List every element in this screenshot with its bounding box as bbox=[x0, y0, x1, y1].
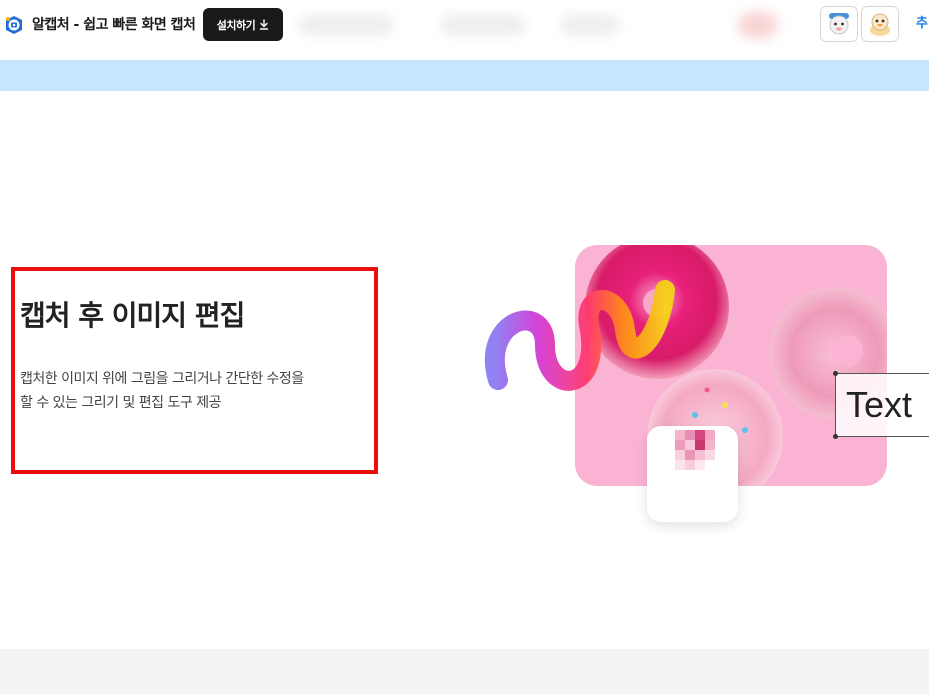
nav-item-blurred-highlight[interactable] bbox=[738, 12, 778, 38]
install-button-label: 설치하기 bbox=[216, 18, 256, 32]
feature-title: 캡처 후 이미지 편집 bbox=[20, 299, 245, 332]
text-annotation-label: Text bbox=[846, 384, 913, 425]
next-section-background bbox=[0, 649, 929, 694]
mosaic-thumbnail bbox=[647, 426, 738, 522]
avatar-button-2[interactable] bbox=[861, 6, 899, 42]
duck-avatar-icon bbox=[870, 13, 890, 36]
more-link[interactable]: 추 bbox=[916, 16, 928, 32]
download-icon bbox=[260, 19, 269, 30]
avatar-button-1[interactable] bbox=[820, 6, 858, 42]
app-title[interactable]: 알캡처 - 쉽고 빠른 화면 캡처 bbox=[32, 15, 196, 35]
notice-banner[interactable] bbox=[0, 60, 929, 91]
alcapture-logo-icon[interactable] bbox=[4, 15, 24, 35]
resize-handle bbox=[833, 371, 838, 376]
resize-handle bbox=[833, 434, 838, 439]
nav-item-blurred-2[interactable] bbox=[440, 14, 526, 36]
nav-item-blurred-1[interactable] bbox=[298, 14, 394, 36]
feature-description: 캡처한 이미지 위에 그림을 그리거나 간단한 수정을 할 수 있는 그리기 및… bbox=[20, 367, 360, 415]
install-button[interactable]: 설치하기 bbox=[203, 8, 283, 41]
feature-description-line-1: 캡처한 이미지 위에 그림을 그리거나 간단한 수정을 bbox=[20, 371, 304, 387]
mosaic-pattern bbox=[675, 430, 715, 470]
feature-description-line-2: 할 수 있는 그리기 및 편집 도구 제공 bbox=[20, 395, 221, 411]
header: 알캡처 - 쉽고 빠른 화면 캡처 설치하기 추 bbox=[0, 0, 929, 60]
mascot-avatar-icon bbox=[829, 13, 849, 35]
nav-item-blurred-3[interactable] bbox=[560, 14, 620, 36]
